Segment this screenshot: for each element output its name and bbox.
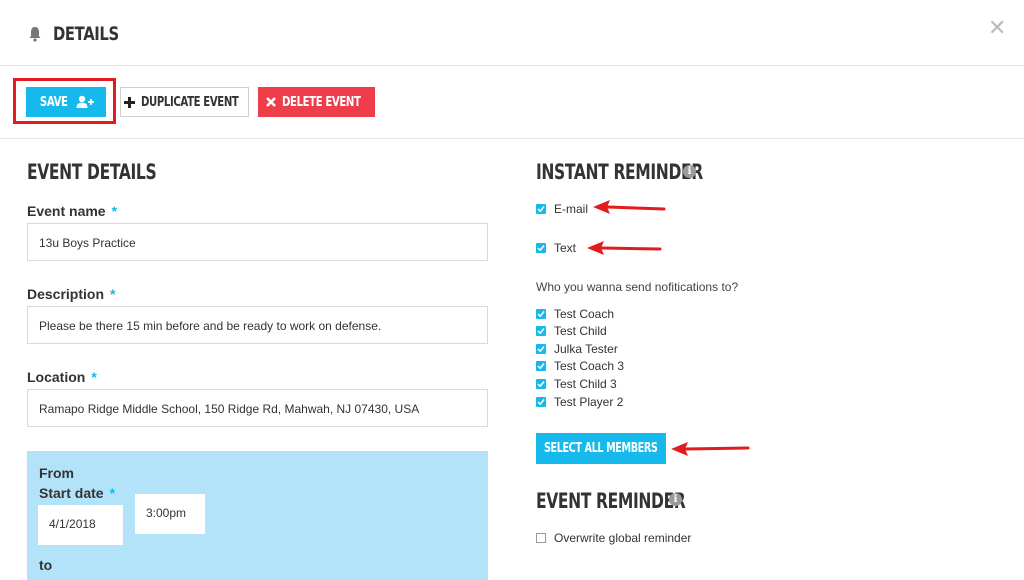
overwrite-checkbox-row[interactable]: Overwrite global reminder [536, 530, 691, 546]
info-icon[interactable]: i [683, 165, 696, 178]
close-icon[interactable]: ✕ [988, 16, 1006, 41]
member-name: Test Coach 3 [554, 359, 625, 373]
recipients-question: Who you wanna send nofitications to? [536, 280, 739, 294]
member-checkbox-row[interactable]: Test Player 2 [536, 394, 623, 410]
from-label: From [39, 465, 74, 481]
member-name: Test Child 3 [554, 377, 617, 391]
instant-reminder-heading: Instant Reminder [536, 160, 703, 184]
annotation-arrow-icon [587, 241, 662, 255]
event-name-input[interactable]: 13u Boys Practice [27, 223, 488, 261]
save-button-label: Save [40, 94, 68, 110]
text-label: Text [554, 241, 577, 255]
location-label: Location * [27, 369, 97, 385]
checkbox-unchecked[interactable] [536, 533, 546, 543]
save-button[interactable]: Save [26, 87, 106, 117]
required-marker: * [109, 485, 116, 501]
email-checkbox-row[interactable]: E-mail [536, 201, 588, 217]
toolbar: Save Duplicate Event Delete Event [0, 67, 1024, 139]
location-input[interactable]: Ramapo Ridge Middle School, 150 Ridge Rd… [27, 389, 488, 427]
text-checkbox-row[interactable]: Text [536, 240, 576, 256]
member-name: Test Child [554, 324, 607, 338]
checkbox-checked[interactable] [536, 326, 546, 336]
event-reminder-heading: Event Reminder [536, 489, 686, 513]
start-time-input[interactable]: 3:00pm [135, 494, 205, 534]
description-label: Description * [27, 286, 116, 302]
start-date-input[interactable]: 4/1/2018 [38, 505, 123, 545]
member-checkbox-row[interactable]: Test Coach 3 [536, 358, 624, 374]
checkbox-checked[interactable] [536, 397, 546, 407]
plus-icon [123, 96, 135, 108]
add-user-icon [76, 95, 94, 109]
checkbox-checked[interactable] [536, 361, 546, 371]
delete-event-button[interactable]: Delete Event [258, 87, 375, 117]
checkbox-checked[interactable] [536, 309, 546, 319]
checkbox-checked[interactable] [536, 243, 546, 253]
required-marker: * [91, 369, 97, 385]
member-checkbox-row[interactable]: Test Child 3 [536, 376, 617, 392]
annotation-arrow-icon [671, 442, 750, 456]
member-name: Test Player 2 [554, 395, 624, 409]
bell-icon [29, 27, 41, 42]
annotation-arrow-icon [593, 200, 666, 214]
required-marker: * [110, 286, 116, 302]
email-label: E-mail [554, 202, 589, 216]
description-input[interactable]: Please be there 15 min before and be rea… [27, 306, 488, 344]
checkbox-checked[interactable] [536, 379, 546, 389]
to-label: to [39, 557, 53, 573]
member-checkbox-row[interactable]: Test Coach [536, 306, 614, 322]
close-icon [266, 97, 277, 107]
event-name-label: Event name * [27, 203, 118, 219]
member-name: Test Coach [554, 307, 615, 321]
duplicate-event-button[interactable]: Duplicate Event [120, 87, 249, 117]
overwrite-label: Overwrite global reminder [554, 531, 692, 545]
member-checkbox-row[interactable]: Julka Tester [536, 341, 618, 357]
checkbox-checked[interactable] [536, 204, 546, 214]
info-icon[interactable]: i [669, 493, 682, 506]
start-date-label: Start date * [39, 485, 116, 501]
page-title: Details [53, 23, 119, 45]
required-marker: * [111, 203, 118, 219]
date-range-panel: From Start date * 4/1/2018 3:00pm to [27, 451, 488, 580]
delete-event-label: Delete Event [282, 94, 361, 110]
modal-header: Details ✕ [0, 0, 1024, 66]
event-details-heading: Event Details [27, 160, 157, 184]
member-checkbox-row[interactable]: Test Child [536, 323, 607, 339]
checkbox-checked[interactable] [536, 344, 546, 354]
duplicate-event-label: Duplicate Event [140, 94, 239, 110]
select-all-members-button[interactable]: Select All Members [536, 433, 666, 464]
member-name: Julka Tester [554, 342, 618, 356]
